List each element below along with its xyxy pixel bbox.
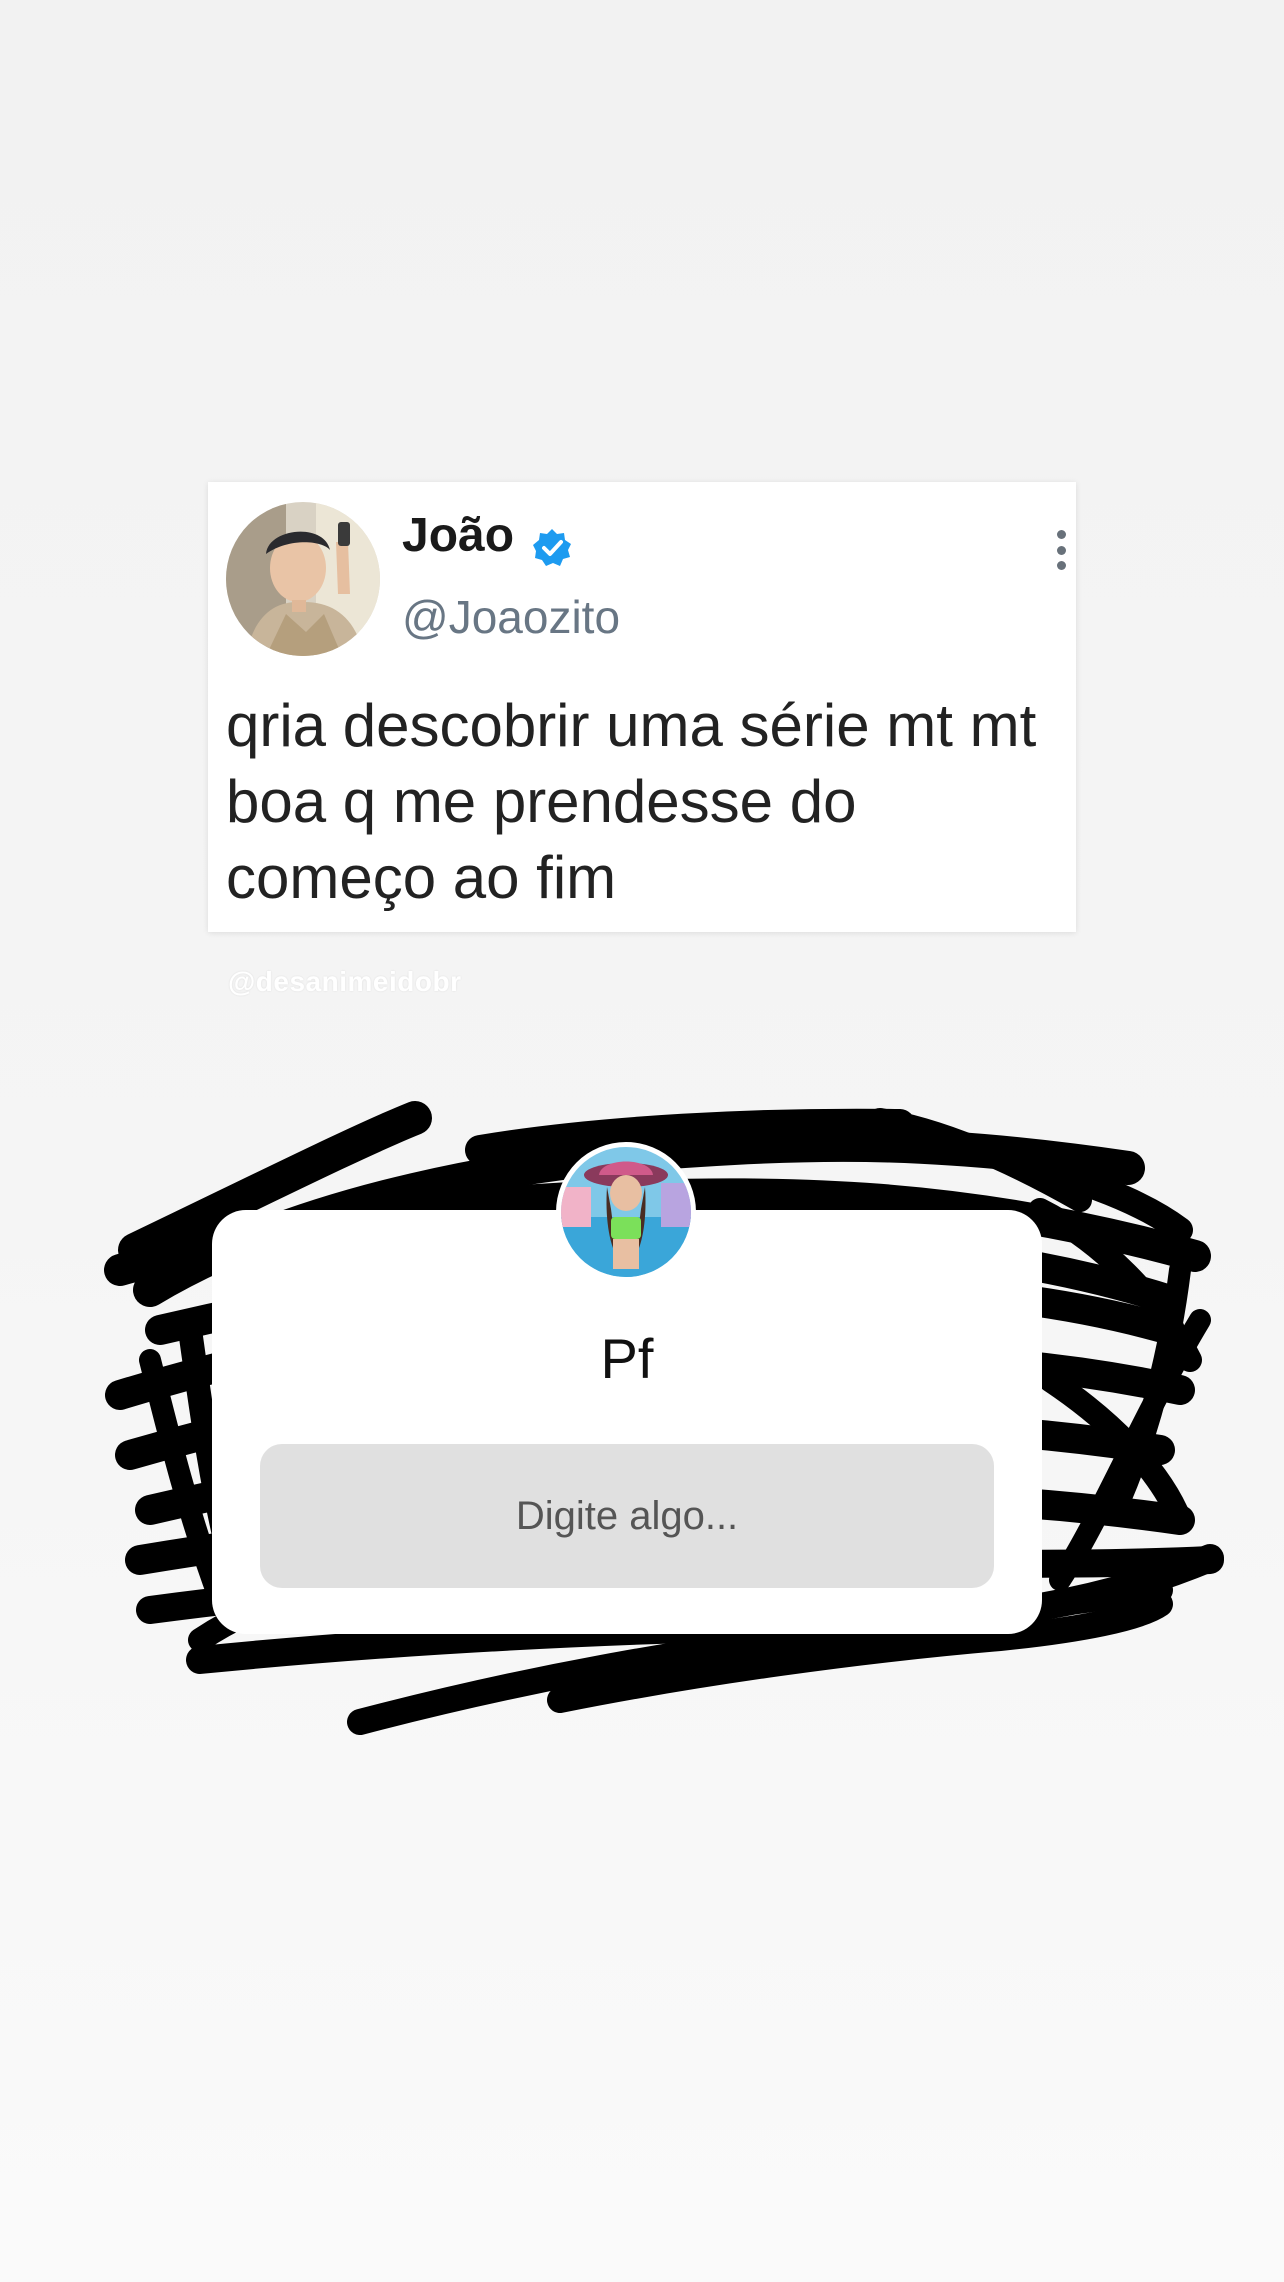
question-text: Pf <box>600 1327 654 1390</box>
question-author-avatar[interactable] <box>556 1142 696 1282</box>
dot <box>1056 561 1066 570</box>
answer-input[interactable]: Digite algo... <box>260 1444 994 1588</box>
tweet-author-avatar[interactable] <box>226 502 380 656</box>
dot <box>1056 545 1066 555</box>
more-vertical-icon[interactable] <box>1046 528 1076 572</box>
dot <box>1056 530 1066 539</box>
tweet-author-name[interactable]: João <box>402 512 514 560</box>
verified-badge-icon <box>533 529 571 566</box>
scribble-drawing <box>104 1101 1224 1735</box>
tweet-text: qria descobrir uma série mt mt boa q me … <box>226 692 1037 911</box>
watermark: @desanimeidobr <box>228 966 462 997</box>
tweet-author-handle[interactable]: @Joaozito <box>402 594 620 640</box>
tweet-card: João @Joaozito qria descobrir uma série … <box>208 482 1076 932</box>
